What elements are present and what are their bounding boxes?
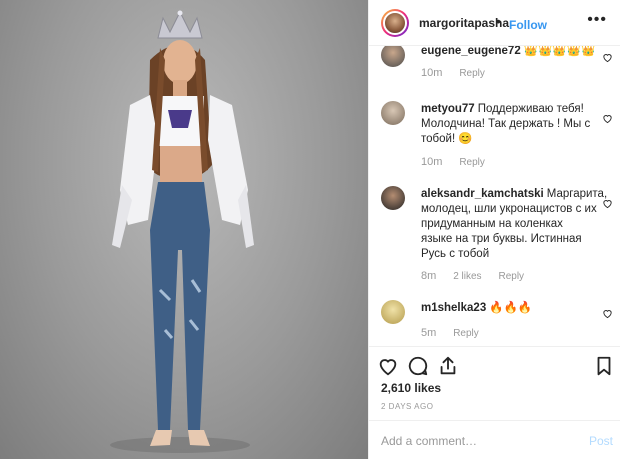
comment-username[interactable]: m1shelka23 <box>421 302 486 314</box>
comment-text: 🔥🔥🔥 <box>489 302 533 314</box>
bookmark-icon[interactable] <box>593 355 615 377</box>
reply-button[interactable]: Reply <box>459 157 485 168</box>
comment-meta: 8m 2 likes Reply <box>421 270 538 282</box>
post-actions-bar: 2,610 likes 2 DAYS AGO <box>369 346 620 416</box>
post-side-panel: margoritapasha • Follow ••• eugene_eugen… <box>368 0 620 459</box>
comment-like-heart-icon[interactable] <box>602 198 613 209</box>
comment-meta: 10m Reply <box>421 156 499 168</box>
comment-like-heart-icon[interactable] <box>602 52 613 63</box>
likes-count[interactable]: 2,610 likes <box>381 381 441 395</box>
add-comment-input[interactable]: Add a comment… <box>381 434 477 448</box>
comment-text: 👑👑👑👑👑 <box>523 46 596 57</box>
reply-button[interactable]: Reply <box>459 68 485 79</box>
separator-dot: • <box>496 13 501 29</box>
comment-like-heart-icon[interactable] <box>602 113 613 124</box>
comment-likes-count[interactable]: 2 likes <box>453 271 481 282</box>
comments-list[interactable]: eugene_eugene72 👑👑👑👑👑 10m Reply metyou77 П… <box>369 46 620 346</box>
post-header: margoritapasha • Follow ••• <box>369 0 620 46</box>
comment-like-heart-icon[interactable] <box>602 308 613 319</box>
comment-icon[interactable] <box>407 355 429 377</box>
reply-button[interactable]: Reply <box>453 328 479 339</box>
comment-avatar[interactable] <box>381 186 405 210</box>
comment-username[interactable]: metyou77 <box>421 103 475 115</box>
post-photo[interactable] <box>0 0 368 459</box>
comment-avatar[interactable] <box>381 300 405 324</box>
comment-time: 10m <box>421 67 443 79</box>
model-photo-illustration <box>110 10 254 453</box>
more-icon[interactable]: ••• <box>587 11 607 29</box>
comment-meta: 5m Reply <box>421 327 493 339</box>
author-avatar[interactable] <box>381 9 409 37</box>
comment-time: 10m <box>421 156 443 168</box>
post-comment-button[interactable]: Post <box>589 434 613 448</box>
comment-avatar[interactable] <box>381 101 405 125</box>
heart-icon[interactable] <box>377 355 399 377</box>
add-comment-bar: Add a comment… Post <box>369 420 620 459</box>
comment-time: 5m <box>421 327 437 339</box>
comment-username[interactable]: aleksandr_kamchatski <box>421 188 544 200</box>
comment-avatar[interactable] <box>381 46 405 67</box>
follow-button[interactable]: Follow <box>509 18 547 32</box>
comment-username[interactable]: eugene_eugene72 <box>421 46 521 57</box>
share-icon[interactable] <box>437 355 459 377</box>
reply-button[interactable]: Reply <box>498 271 524 282</box>
post-date[interactable]: 2 DAYS AGO <box>381 402 433 411</box>
comment-time: 8m <box>421 270 437 282</box>
comment-meta: 10m Reply <box>421 67 499 79</box>
